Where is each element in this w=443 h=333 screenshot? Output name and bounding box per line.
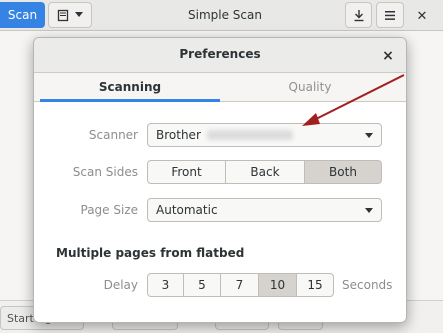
delay-option-3[interactable]: 3 [147, 273, 184, 297]
close-icon[interactable]: ✕ [411, 5, 433, 27]
dialog-title: Preferences [179, 47, 261, 61]
scanner-value-wrapper: Brother [156, 128, 293, 142]
tab-bar: Scanning Quality [34, 73, 406, 102]
delay-unit-label: Seconds [342, 278, 393, 292]
tab-quality[interactable]: Quality [220, 73, 400, 101]
chevron-down-icon [365, 208, 373, 213]
redacted-model [206, 130, 293, 140]
scan-sides-label: Scan Sides [72, 165, 138, 179]
header-bar: Scan Simple Scan ✕ [0, 0, 443, 31]
chevron-down-icon [75, 12, 83, 17]
dialog-header: Preferences × [34, 38, 406, 73]
page-size-label: Page Size [80, 203, 139, 217]
delay-label: Delay [103, 278, 138, 292]
delay-option-15[interactable]: 15 [297, 273, 334, 297]
delay-option-5[interactable]: 5 [184, 273, 221, 297]
window-title: Simple Scan [188, 8, 262, 22]
document-icon [57, 9, 69, 21]
scan-button[interactable]: Scan [0, 2, 45, 28]
delay-option-10[interactable]: 10 [259, 273, 297, 297]
scanner-dropdown[interactable]: Brother [147, 123, 382, 147]
scan-sides-front[interactable]: Front [147, 160, 226, 184]
hamburger-icon [385, 10, 395, 20]
scan-sides-both[interactable]: Both [305, 160, 382, 184]
document-type-menu-button[interactable] [48, 2, 92, 28]
preferences-dialog: Preferences × Scanning Quality Scanner B… [33, 37, 407, 323]
download-icon [354, 9, 363, 21]
page-size-dropdown[interactable]: Automatic [147, 198, 382, 222]
multipage-section-title: Multiple pages from flatbed [56, 246, 245, 260]
main-menu-button[interactable] [376, 2, 404, 28]
tab-scanning[interactable]: Scanning [40, 73, 220, 102]
save-button[interactable] [345, 2, 372, 28]
chevron-down-icon [365, 133, 373, 138]
delay-option-7[interactable]: 7 [221, 273, 259, 297]
close-icon[interactable]: × [377, 45, 399, 67]
scan-sides-back[interactable]: Back [226, 160, 305, 184]
scanner-label: Scanner [88, 128, 138, 142]
page-size-value: Automatic [156, 203, 218, 217]
scanner-value: Brother [156, 128, 201, 142]
